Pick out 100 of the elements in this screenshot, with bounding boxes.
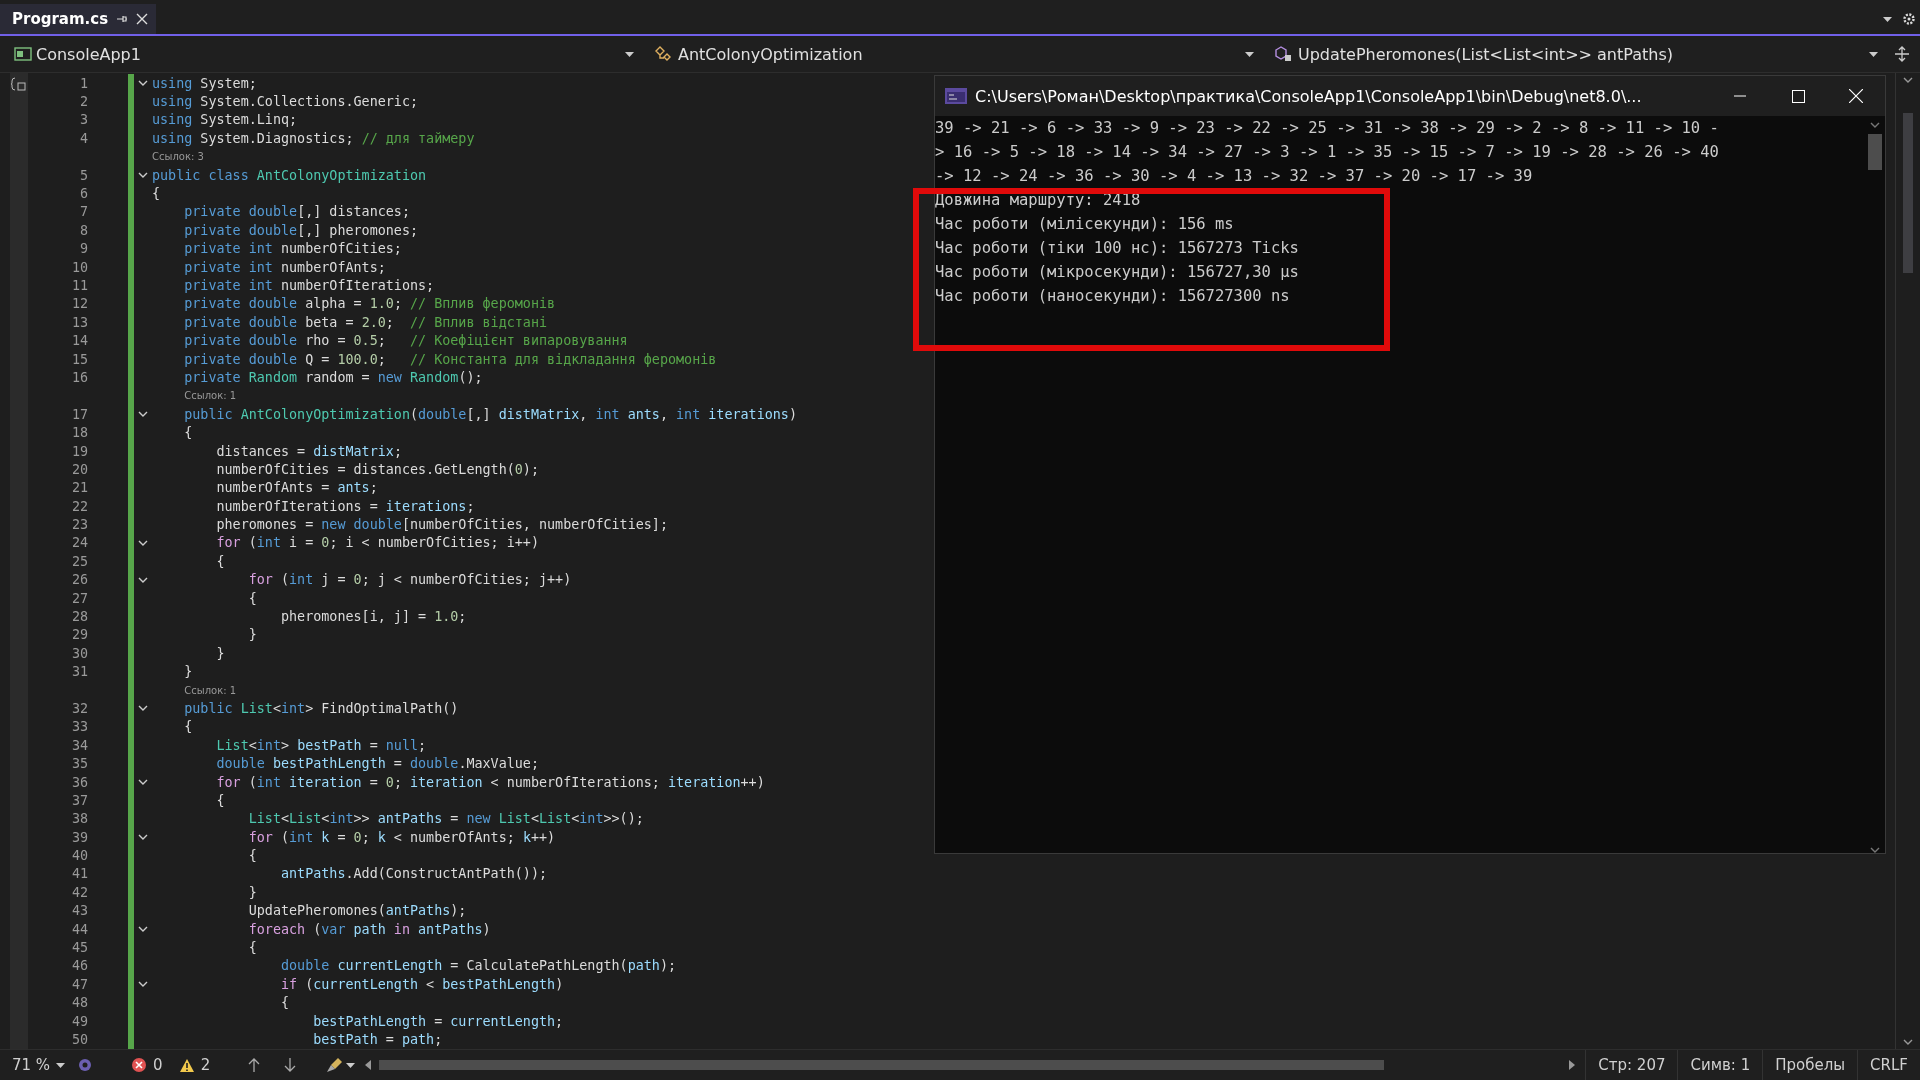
line-number: 31 xyxy=(70,664,88,680)
scrollbar-thumb[interactable] xyxy=(1868,134,1882,170)
code-line: { xyxy=(280,995,290,1011)
line-number: 22 xyxy=(70,498,88,514)
code-line: double currentLength = CalculatePathLength(path); xyxy=(280,958,677,974)
console-output-line: -> 12 -> 24 -> 36 -> 30 -> 4 -> 13 -> 32 -> 37 -> 20 -> 17 -> 39 xyxy=(935,166,1534,187)
dropdown-caret-icon[interactable] xyxy=(346,1062,356,1068)
reference-count-link[interactable]: Ссылок: 3 xyxy=(152,151,204,163)
scroll-right-icon[interactable] xyxy=(1569,1060,1576,1070)
line-number: 32 xyxy=(70,700,88,716)
line-number: 43 xyxy=(70,903,88,919)
scroll-left-icon[interactable] xyxy=(365,1060,372,1070)
pin-icon[interactable] xyxy=(116,13,129,25)
reference-count-link[interactable]: Ссылок: 1 xyxy=(184,684,237,696)
line-number: 7 xyxy=(78,204,88,220)
line-number: 12 xyxy=(70,296,88,312)
dropdown-caret-icon[interactable] xyxy=(56,1062,66,1068)
code-line: } xyxy=(247,884,257,900)
line-number: 17 xyxy=(70,406,88,422)
line-number: 46 xyxy=(70,958,88,974)
line-number: 41 xyxy=(70,866,88,882)
code-line: numberOfIterations = iterations; xyxy=(215,498,475,514)
split-icon[interactable] xyxy=(1894,46,1910,62)
code-line: numberOfAnts = ants; xyxy=(215,480,378,496)
code-line: private int numberOfAnts; xyxy=(183,259,386,275)
code-line: antPaths.Add(ConstructAntPath()); xyxy=(280,866,548,882)
scrollbar-thumb[interactable] xyxy=(1903,113,1913,273)
code-line: private double[,] distances; xyxy=(183,204,410,220)
code-line: pheromones[i, j] = 1.0; xyxy=(280,609,467,624)
console-title: C:\Users\Роман\Desktop\практика\ConsoleApp1\ConsoleApp1\bin\Debug\net8.0\... xyxy=(975,86,1643,106)
code-line: { xyxy=(183,425,193,441)
line-number: 38 xyxy=(70,811,88,827)
dropdown-caret-icon[interactable] xyxy=(625,51,634,57)
code-line: pheromones = new double[numberOfCities, numberOfCities]; xyxy=(215,517,668,533)
horizontal-scrollbar[interactable] xyxy=(365,1059,1576,1071)
project-dropdown[interactable]: ConsoleApp1 xyxy=(0,40,640,68)
fold-chevron-icon[interactable] xyxy=(138,705,148,712)
code-line: using System.Linq; xyxy=(152,112,298,128)
line-number: 49 xyxy=(70,1013,88,1029)
fold-chevron-icon[interactable] xyxy=(138,981,148,988)
line-number: 45 xyxy=(70,940,88,956)
warning-count[interactable]: 2 xyxy=(170,1056,219,1074)
line-number: 16 xyxy=(70,369,88,385)
fold-chevron-icon[interactable] xyxy=(138,926,148,933)
line-number: 20 xyxy=(70,461,88,477)
scroll-down-icon[interactable] xyxy=(1903,1039,1913,1045)
code-line: private int numberOfCities; xyxy=(183,241,402,257)
code-line: foreach (var path in antPaths) xyxy=(247,921,491,937)
scroll-up-icon[interactable] xyxy=(1903,77,1913,83)
dropdown-caret-icon[interactable] xyxy=(1869,51,1878,57)
down-arrow-icon[interactable] xyxy=(284,1058,297,1072)
warning-icon xyxy=(178,1057,195,1073)
fold-chevron-icon[interactable] xyxy=(138,539,148,546)
line-number: 13 xyxy=(70,314,88,330)
code-line: } xyxy=(215,645,225,661)
type-dropdown[interactable]: AntColonyOptimization xyxy=(640,40,1260,68)
code-line: private Random random = new Random(); xyxy=(183,369,483,385)
member-dropdown[interactable]: UpdatePheromones(List<List<int>> antPaths) xyxy=(1260,40,1884,68)
dropdown-caret-icon[interactable] xyxy=(1245,51,1254,57)
column-indicator[interactable]: Симв: 1 xyxy=(1677,1050,1763,1080)
scroll-down-icon[interactable] xyxy=(1870,847,1880,853)
fold-chevron-icon[interactable] xyxy=(138,779,148,786)
project-icon xyxy=(14,47,32,61)
settings-icon[interactable] xyxy=(1902,12,1916,26)
up-arrow-icon[interactable] xyxy=(248,1058,261,1072)
console-output-line: Час роботи (тіки 100 нс): 1567273 Ticks xyxy=(935,238,1300,259)
line-indicator[interactable]: Стр: 207 xyxy=(1585,1050,1678,1080)
scrollbar-thumb[interactable] xyxy=(379,1060,1384,1070)
fold-chevron-icon[interactable] xyxy=(138,80,148,87)
fold-chevron-icon[interactable] xyxy=(138,576,148,583)
maximize-icon[interactable] xyxy=(1791,89,1805,103)
close-icon[interactable] xyxy=(136,13,149,25)
error-count[interactable]: 0 xyxy=(123,1056,171,1074)
line-number: 1 xyxy=(78,75,88,91)
line-number: 3 xyxy=(78,112,88,128)
line-number: 29 xyxy=(70,627,88,643)
indentation-indicator[interactable]: Пробелы xyxy=(1762,1050,1858,1080)
reference-count-link[interactable]: Ссылок: 1 xyxy=(184,390,237,402)
fold-chevron-icon[interactable] xyxy=(138,411,148,418)
code-line: private double beta = 2.0; // Вплив відстані xyxy=(183,314,548,330)
file-tab[interactable]: Program.cs xyxy=(0,4,157,34)
line-number: 26 xyxy=(70,572,88,588)
code-line: public AntColonyOptimization(double[,] distMatrix, int ants, int iterations) xyxy=(183,406,797,422)
zoom-dropdown[interactable]: 71 % xyxy=(0,1056,74,1074)
fold-chevron-icon[interactable] xyxy=(138,172,148,179)
line-ending-indicator[interactable]: CRLF xyxy=(1857,1050,1920,1080)
scroll-up-icon[interactable] xyxy=(1870,122,1880,128)
console-output-line: Час роботи (наносекунди): 156727300 ns xyxy=(935,286,1291,307)
code-line: for (int j = 0; j < numberOfCities; j++) xyxy=(247,572,572,588)
line-number: 27 xyxy=(70,590,88,606)
code-line: UpdatePheromones(antPaths); xyxy=(247,903,467,919)
line-number: 5 xyxy=(78,167,88,183)
line-number: 44 xyxy=(70,921,88,937)
code-line: private double[,] pheromones; xyxy=(183,222,419,238)
tab-list-caret-icon[interactable] xyxy=(1883,16,1892,22)
scope-icon[interactable] xyxy=(11,77,27,91)
fold-chevron-icon[interactable] xyxy=(138,834,148,841)
line-number: 35 xyxy=(70,756,88,772)
code-line: private double rho = 0.5; // Коефіцієнт випаровування xyxy=(183,333,628,349)
line-number: 2 xyxy=(78,94,88,110)
